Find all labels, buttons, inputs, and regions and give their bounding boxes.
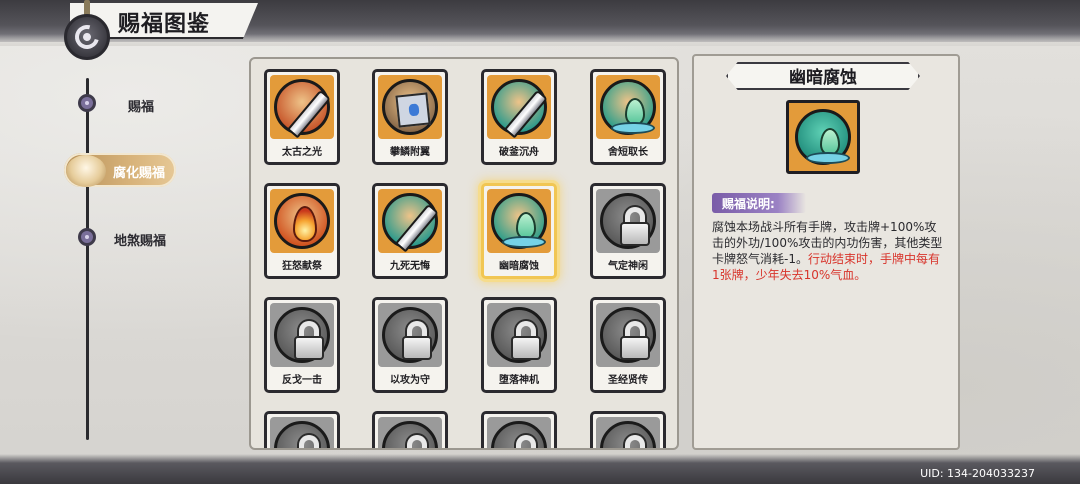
card-icon-frame bbox=[487, 189, 551, 253]
card-label: 狂怒献祭 bbox=[282, 261, 322, 272]
flame-orb-icon bbox=[274, 193, 330, 249]
blessing-card[interactable]: 反戈一击 bbox=[264, 297, 340, 393]
flame-shape bbox=[293, 206, 317, 242]
card-label: 舍短取长 bbox=[608, 147, 648, 158]
sidebar-item-earth-blessing[interactable]: 地煞赐福 bbox=[78, 226, 198, 250]
description-text: 腐蚀本场战斗所有手牌，攻击牌+100%攻击的外功/100%攻击的内功伤害，其他类… bbox=[712, 219, 944, 283]
card-icon-frame bbox=[596, 417, 660, 448]
blessing-card[interactable]: 攀鳞附翼 bbox=[372, 69, 448, 165]
lock-icon bbox=[382, 421, 438, 448]
sword-orb-icon bbox=[491, 79, 549, 139]
blessing-card[interactable] bbox=[264, 411, 340, 448]
blessing-card[interactable]: 破釜沉舟 bbox=[481, 69, 557, 165]
card-label: 破釜沉舟 bbox=[499, 147, 539, 158]
lock-icon bbox=[600, 421, 656, 448]
blessing-card[interactable]: 狂怒献祭 bbox=[264, 183, 340, 279]
lock-icon bbox=[382, 307, 438, 363]
card-icon-frame bbox=[378, 417, 442, 448]
detail-icon bbox=[786, 100, 860, 174]
sidebar-item-blessing[interactable]: 赐福 bbox=[78, 92, 188, 116]
card-icon-frame bbox=[487, 417, 551, 448]
blessing-card[interactable]: 以攻为守 bbox=[372, 297, 448, 393]
lock-body bbox=[620, 222, 650, 246]
card-icon-frame bbox=[378, 75, 442, 139]
sidebar-item-label: 赐福 bbox=[128, 100, 155, 115]
lock-icon bbox=[274, 421, 330, 448]
pool-shape bbox=[502, 236, 546, 248]
blessing-grid-panel[interactable]: 太古之光 攀鳞附翼 破釜沉舟 舍短取长狂怒献祭 九死无悔 幽暗腐蚀 气定神闲反戈一击 以攻为守… bbox=[249, 57, 679, 450]
back-icon bbox=[70, 20, 104, 54]
scroll-book-icon bbox=[382, 79, 438, 135]
lock-shackle bbox=[299, 435, 319, 448]
water-drop-icon bbox=[491, 193, 547, 249]
sidebar-item-label: 地煞赐福 bbox=[114, 234, 167, 249]
blessing-card[interactable] bbox=[481, 411, 557, 448]
lock-icon bbox=[600, 307, 656, 363]
lock-shackle bbox=[516, 435, 536, 448]
blessing-card[interactable]: 圣经贤传 bbox=[590, 297, 666, 393]
card-label: 以攻为守 bbox=[390, 375, 430, 386]
card-icon-frame bbox=[596, 303, 660, 367]
blessing-card[interactable]: 堕落神机 bbox=[481, 297, 557, 393]
lock-icon bbox=[600, 193, 656, 249]
blade-shape bbox=[394, 203, 440, 253]
back-button[interactable] bbox=[64, 14, 110, 60]
card-icon-frame bbox=[596, 189, 660, 253]
detail-title: 幽暗腐蚀 bbox=[789, 68, 857, 88]
card-icon-frame bbox=[487, 303, 551, 367]
blessing-card[interactable]: 太古之光 bbox=[264, 69, 340, 165]
lock-shackle bbox=[407, 435, 427, 448]
sidebar-timeline bbox=[86, 78, 89, 440]
card-icon-frame bbox=[378, 189, 442, 253]
blessing-card[interactable]: 舍短取长 bbox=[590, 69, 666, 165]
card-icon-frame bbox=[270, 75, 334, 139]
card-icon-frame bbox=[270, 417, 334, 448]
bottom-band bbox=[0, 454, 1080, 484]
hat-emblem-icon bbox=[66, 155, 106, 187]
axe-blade-orb-icon bbox=[274, 79, 332, 139]
blessing-card[interactable] bbox=[590, 411, 666, 448]
card-label: 气定神闲 bbox=[608, 261, 648, 272]
blessing-card[interactable] bbox=[372, 411, 448, 448]
card-label: 攀鳞附翼 bbox=[390, 147, 430, 158]
pool-shape bbox=[611, 122, 655, 134]
desc-tag-label: 赐福说明: bbox=[722, 197, 775, 211]
blade-shape bbox=[503, 89, 549, 139]
timeline-dot-icon bbox=[78, 228, 96, 246]
lock-icon bbox=[491, 421, 547, 448]
card-label: 九死无悔 bbox=[390, 261, 430, 272]
blessing-card[interactable]: 气定神闲 bbox=[590, 183, 666, 279]
blessing-card[interactable]: 幽暗腐蚀 bbox=[481, 183, 557, 279]
lock-body bbox=[402, 336, 432, 360]
card-icon-frame bbox=[378, 303, 442, 367]
card-label: 堕落神机 bbox=[499, 375, 539, 386]
card-label: 圣经贤传 bbox=[608, 375, 648, 386]
card-label: 反戈一击 bbox=[282, 375, 322, 386]
uid-label: UID: 134-204033237 bbox=[920, 467, 1035, 480]
lock-icon bbox=[274, 307, 330, 363]
book-shape bbox=[395, 92, 431, 128]
pool-shape bbox=[806, 152, 850, 164]
card-label: 幽暗腐蚀 bbox=[499, 261, 539, 272]
card-icon-frame bbox=[596, 75, 660, 139]
lock-body bbox=[294, 336, 324, 360]
page-title: 赐福图鉴 bbox=[118, 11, 211, 37]
lock-shackle bbox=[625, 435, 645, 448]
water-drop-icon bbox=[795, 109, 851, 165]
blade-shape bbox=[286, 89, 332, 139]
card-icon-frame bbox=[270, 189, 334, 253]
timeline-dot-icon bbox=[78, 94, 96, 112]
lock-icon bbox=[491, 307, 547, 363]
lock-body bbox=[620, 336, 650, 360]
card-icon-frame bbox=[487, 75, 551, 139]
lock-body bbox=[511, 336, 541, 360]
sword-orb-icon bbox=[382, 193, 440, 253]
blessing-card[interactable]: 九死无悔 bbox=[372, 183, 448, 279]
card-label: 太古之光 bbox=[282, 147, 322, 158]
sidebar-item-label: 腐化赐福 bbox=[113, 166, 166, 181]
card-icon-frame bbox=[270, 303, 334, 367]
water-drop-icon bbox=[600, 79, 656, 135]
